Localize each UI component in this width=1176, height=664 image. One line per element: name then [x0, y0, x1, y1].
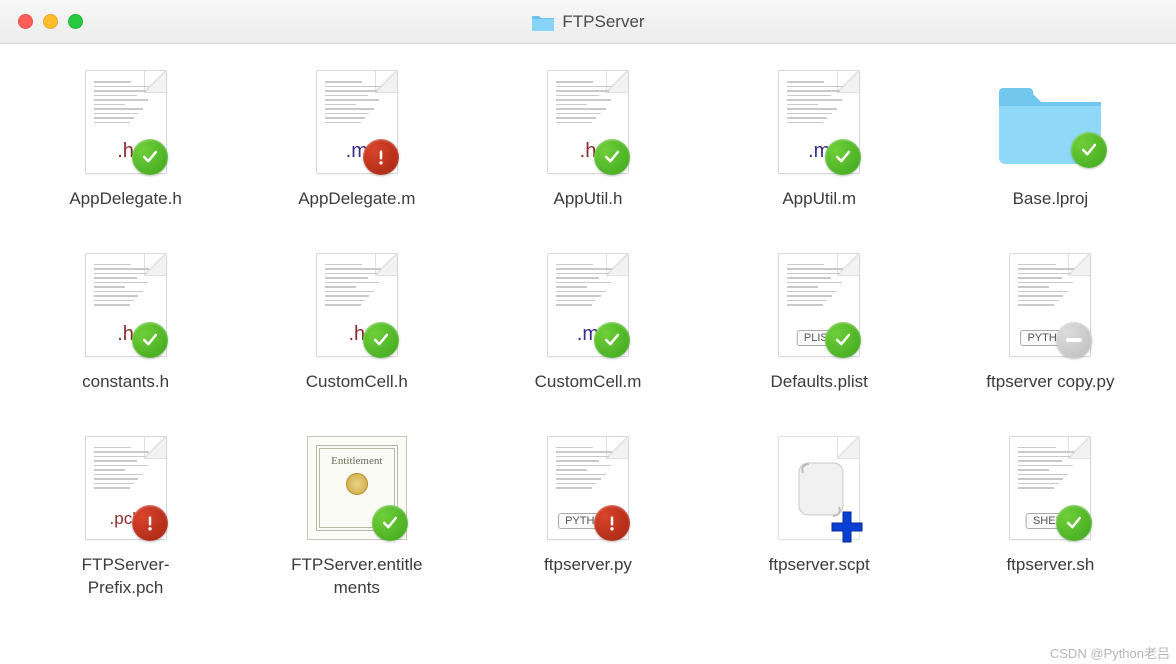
- folder-icon: [995, 78, 1105, 166]
- status-alert-icon: [594, 505, 630, 541]
- file-item[interactable]: PYTHON ftpserver copy.py: [935, 249, 1166, 394]
- file-icon: [995, 66, 1105, 178]
- entitlements-icon: Entitlement: [307, 436, 407, 540]
- file-label: Defaults.plist: [771, 371, 868, 394]
- status-add-icon: [829, 509, 865, 545]
- file-icon: .h: [302, 249, 412, 361]
- file-icon: [764, 432, 874, 544]
- file-item[interactable]: .m AppDelegate.m: [241, 66, 472, 211]
- status-ok-icon: [594, 139, 630, 175]
- window-title: FTPServer: [531, 12, 644, 32]
- file-label: Base.lproj: [1013, 188, 1089, 211]
- script-icon: [778, 436, 860, 540]
- file-label: ftpserver.sh: [1006, 554, 1094, 577]
- file-item[interactable]: .h CustomCell.h: [241, 249, 472, 394]
- file-icon: PYTHON: [533, 432, 643, 544]
- file-icon: .m: [533, 249, 643, 361]
- file-label: ftpserver.py: [544, 554, 632, 577]
- file-icon: Entitlement: [302, 432, 412, 544]
- file-grid: .h AppDelegate.h .m AppDelegate.m .h AppUtil.…: [0, 44, 1176, 610]
- file-icon: .m: [764, 66, 874, 178]
- file-item[interactable]: Base.lproj: [935, 66, 1166, 211]
- window-title-text: FTPServer: [562, 12, 644, 32]
- file-item[interactable]: PYTHON ftpserver.py: [472, 432, 703, 600]
- file-icon: .h: [533, 66, 643, 178]
- file-label: CustomCell.h: [306, 371, 408, 394]
- file-icon: .pch: [71, 432, 181, 544]
- document-icon: .h: [85, 70, 167, 174]
- file-icon: .h: [71, 66, 181, 178]
- file-label: ftpserver copy.py: [986, 371, 1114, 394]
- status-ok-icon: [1056, 505, 1092, 541]
- file-icon: .m: [302, 66, 412, 178]
- fullscreen-button[interactable]: [68, 14, 83, 29]
- file-label: CustomCell.m: [535, 371, 642, 394]
- document-icon: SHELL: [1009, 436, 1091, 540]
- file-icon: SHELL: [995, 432, 1105, 544]
- file-label: AppUtil.h: [554, 188, 623, 211]
- file-item[interactable]: Entitlement FTPServer.entitle ments: [241, 432, 472, 600]
- status-alert-icon: [363, 139, 399, 175]
- file-label: FTPServer.entitle ments: [291, 554, 422, 600]
- file-icon: PLIST: [764, 249, 874, 361]
- document-icon: .h: [85, 253, 167, 357]
- titlebar: FTPServer: [0, 0, 1176, 44]
- document-icon: PYTHON: [547, 436, 629, 540]
- folder-icon: [531, 12, 555, 32]
- file-label: ftpserver.scpt: [769, 554, 870, 577]
- file-item[interactable]: .h constants.h: [10, 249, 241, 394]
- file-item[interactable]: .pch FTPServer- Prefix.pch: [10, 432, 241, 600]
- file-item[interactable]: .h AppDelegate.h: [10, 66, 241, 211]
- traffic-lights: [0, 14, 83, 29]
- file-label: constants.h: [82, 371, 169, 394]
- status-ok-icon: [372, 505, 408, 541]
- document-icon: .m: [316, 70, 398, 174]
- file-icon: .h: [71, 249, 181, 361]
- status-ok-icon: [594, 322, 630, 358]
- file-label: AppUtil.m: [782, 188, 856, 211]
- status-ok-icon: [825, 322, 861, 358]
- watermark: CSDN @Python老吕: [1050, 643, 1170, 662]
- file-label: AppDelegate.h: [69, 188, 181, 211]
- document-icon: PYTHON: [1009, 253, 1091, 357]
- file-item[interactable]: .m AppUtil.m: [704, 66, 935, 211]
- status-ok-icon: [825, 139, 861, 175]
- file-item[interactable]: .m CustomCell.m: [472, 249, 703, 394]
- document-icon: PLIST: [778, 253, 860, 357]
- document-icon: .h: [547, 70, 629, 174]
- document-icon: .m: [547, 253, 629, 357]
- status-alert-icon: [132, 505, 168, 541]
- document-icon: .m: [778, 70, 860, 174]
- file-icon: PYTHON: [995, 249, 1105, 361]
- status-ignored-icon: [1056, 322, 1092, 358]
- status-ok-icon: [363, 322, 399, 358]
- close-button[interactable]: [18, 14, 33, 29]
- file-item[interactable]: ftpserver.scpt: [704, 432, 935, 600]
- file-item[interactable]: .h AppUtil.h: [472, 66, 703, 211]
- file-label: AppDelegate.m: [298, 188, 415, 211]
- document-icon: .pch: [85, 436, 167, 540]
- file-item[interactable]: SHELL ftpserver.sh: [935, 432, 1166, 600]
- status-ok-icon: [132, 322, 168, 358]
- file-label: FTPServer- Prefix.pch: [82, 554, 170, 600]
- status-ok-icon: [132, 139, 168, 175]
- document-icon: .h: [316, 253, 398, 357]
- minimize-button[interactable]: [43, 14, 58, 29]
- file-item[interactable]: PLIST Defaults.plist: [704, 249, 935, 394]
